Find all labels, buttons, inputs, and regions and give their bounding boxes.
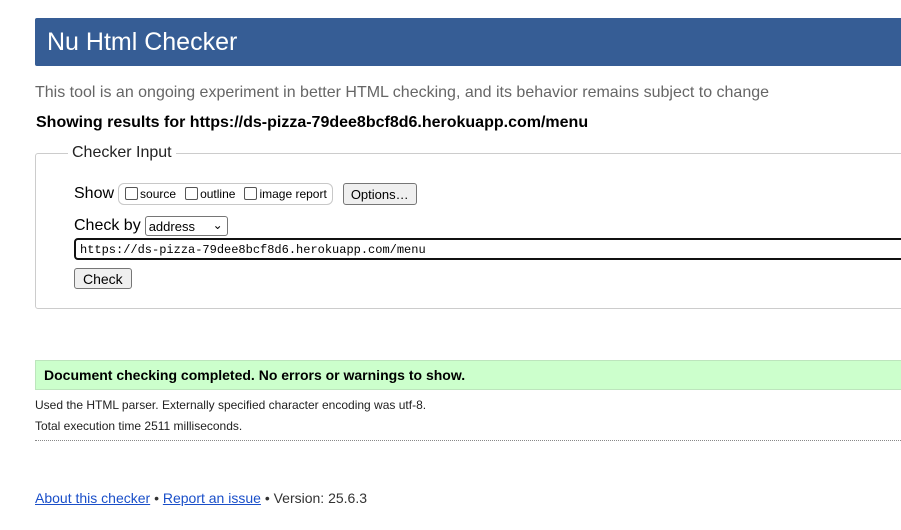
image-report-checkbox[interactable] bbox=[244, 186, 258, 200]
show-image-report-option[interactable]: image report bbox=[241, 186, 327, 202]
page-title: Nu Html Checker bbox=[47, 28, 238, 56]
check-button[interactable]: Check bbox=[74, 268, 132, 289]
show-label: Show bbox=[74, 185, 115, 202]
outline-checkbox[interactable] bbox=[185, 186, 199, 200]
url-input[interactable]: https://ds-pizza-79dee8bcf8d6.herokuapp.… bbox=[74, 238, 901, 260]
check-by-row: Check by address ⌄ bbox=[74, 216, 228, 236]
execution-time: Total execution time 2511 milliseconds. bbox=[35, 419, 243, 433]
parser-info: Used the HTML parser. Externally specifi… bbox=[35, 398, 427, 412]
results-heading: Showing results for https://ds-pizza-79d… bbox=[36, 114, 589, 131]
success-message: Document checking completed. No errors o… bbox=[35, 360, 901, 390]
footer-separator: • bbox=[154, 490, 159, 506]
checker-input-legend: Checker Input bbox=[68, 144, 176, 162]
footer: About this checker • Report an issue • V… bbox=[35, 490, 367, 506]
divider bbox=[35, 440, 901, 441]
show-row: Show source outline image report Options… bbox=[74, 182, 417, 206]
report-issue-link[interactable]: Report an issue bbox=[163, 490, 261, 506]
options-button[interactable]: Options… bbox=[342, 183, 417, 205]
tagline-text: This tool is an ongoing experiment in be… bbox=[35, 84, 770, 101]
show-outline-option[interactable]: outline bbox=[182, 186, 236, 202]
check-by-selected-value: address bbox=[148, 218, 195, 234]
image-report-label: image report bbox=[259, 187, 327, 201]
check-by-label: Check by bbox=[74, 217, 141, 234]
version-text: Version: 25.6.3 bbox=[273, 490, 368, 506]
header-banner: Nu Html Checker bbox=[35, 18, 901, 66]
outline-label: outline bbox=[200, 187, 236, 201]
show-source-option[interactable]: source bbox=[122, 186, 177, 202]
chevron-down-icon: ⌄ bbox=[212, 218, 223, 232]
about-checker-link[interactable]: About this checker bbox=[35, 490, 150, 506]
check-by-select[interactable]: address ⌄ bbox=[144, 216, 228, 236]
show-options-group: source outline image report bbox=[118, 183, 333, 205]
source-label: source bbox=[140, 187, 177, 201]
footer-separator: • bbox=[264, 490, 270, 506]
source-checkbox[interactable] bbox=[125, 186, 139, 200]
